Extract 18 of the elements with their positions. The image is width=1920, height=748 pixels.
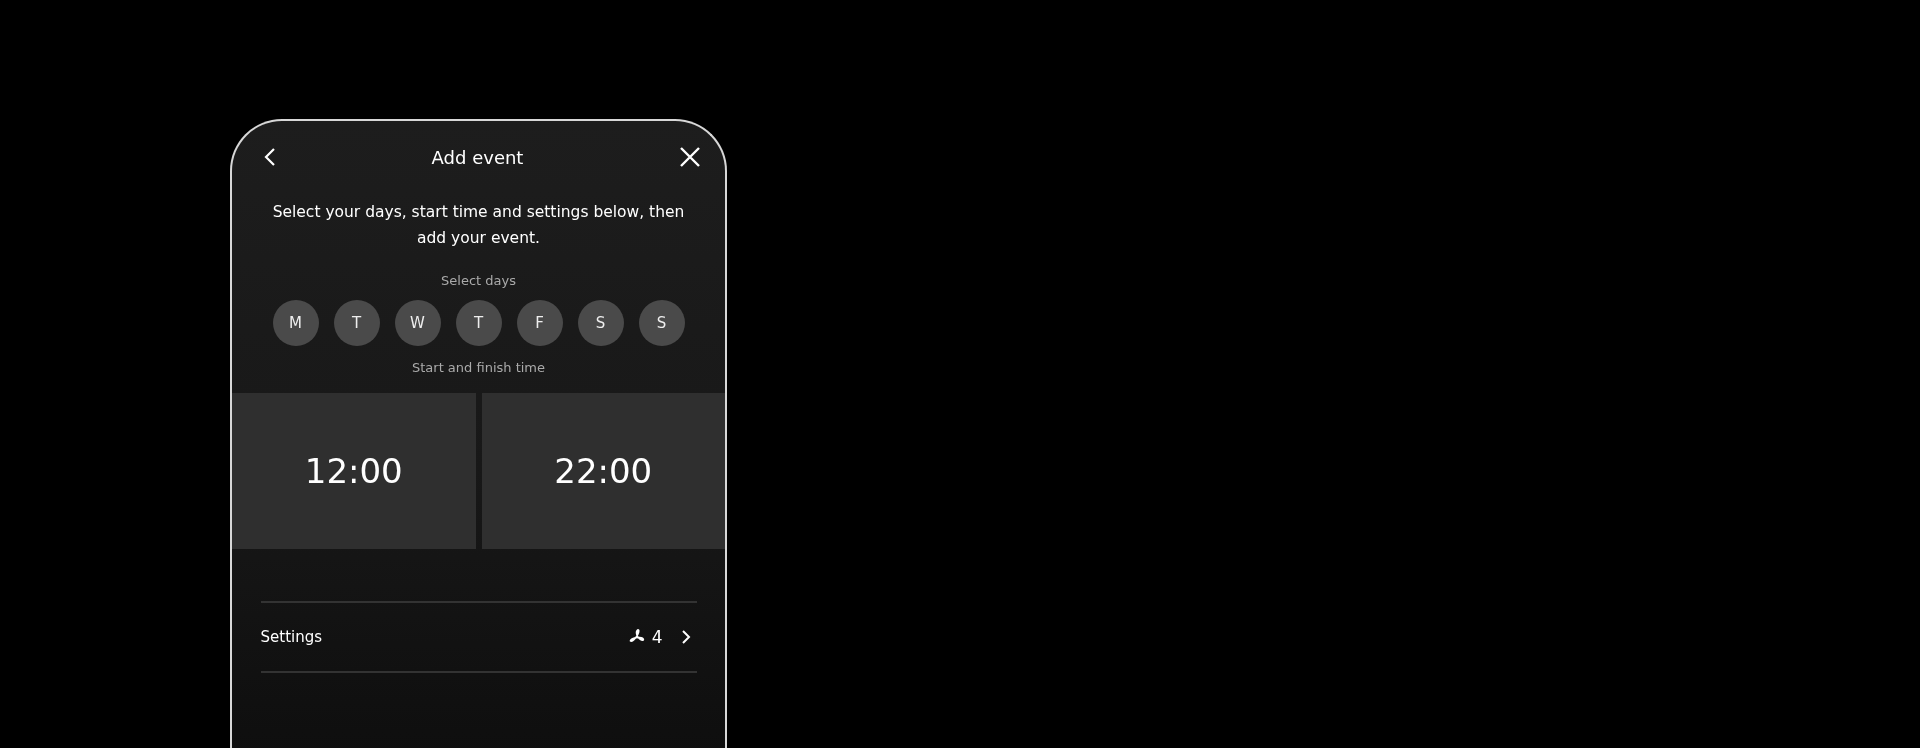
screen-title: Add event: [431, 146, 524, 168]
close-icon[interactable]: [679, 146, 701, 168]
time-tile[interactable]: 12:00: [232, 393, 476, 549]
day-toggle[interactable]: W: [394, 300, 441, 346]
day-toggle[interactable]: S: [577, 300, 624, 346]
back-icon[interactable]: [264, 147, 276, 167]
day-toggle[interactable]: M: [272, 300, 319, 346]
day-toggle[interactable]: T: [455, 300, 502, 346]
fan-speed: 4: [651, 627, 663, 647]
chevron-icon: [680, 629, 691, 645]
day-toggle[interactable]: T: [333, 300, 380, 346]
settings-row[interactable]: Settings 4: [260, 601, 697, 673]
time-tile[interactable]: 22:00: [481, 393, 725, 549]
day-toggle[interactable]: F: [516, 300, 563, 346]
day-toggle[interactable]: S: [638, 300, 685, 346]
section-label: Start and finish time: [411, 360, 545, 375]
instruction-text: Select your days, start time and settings below, then add your event.: [271, 202, 686, 249]
section-label: Select days: [441, 273, 516, 288]
